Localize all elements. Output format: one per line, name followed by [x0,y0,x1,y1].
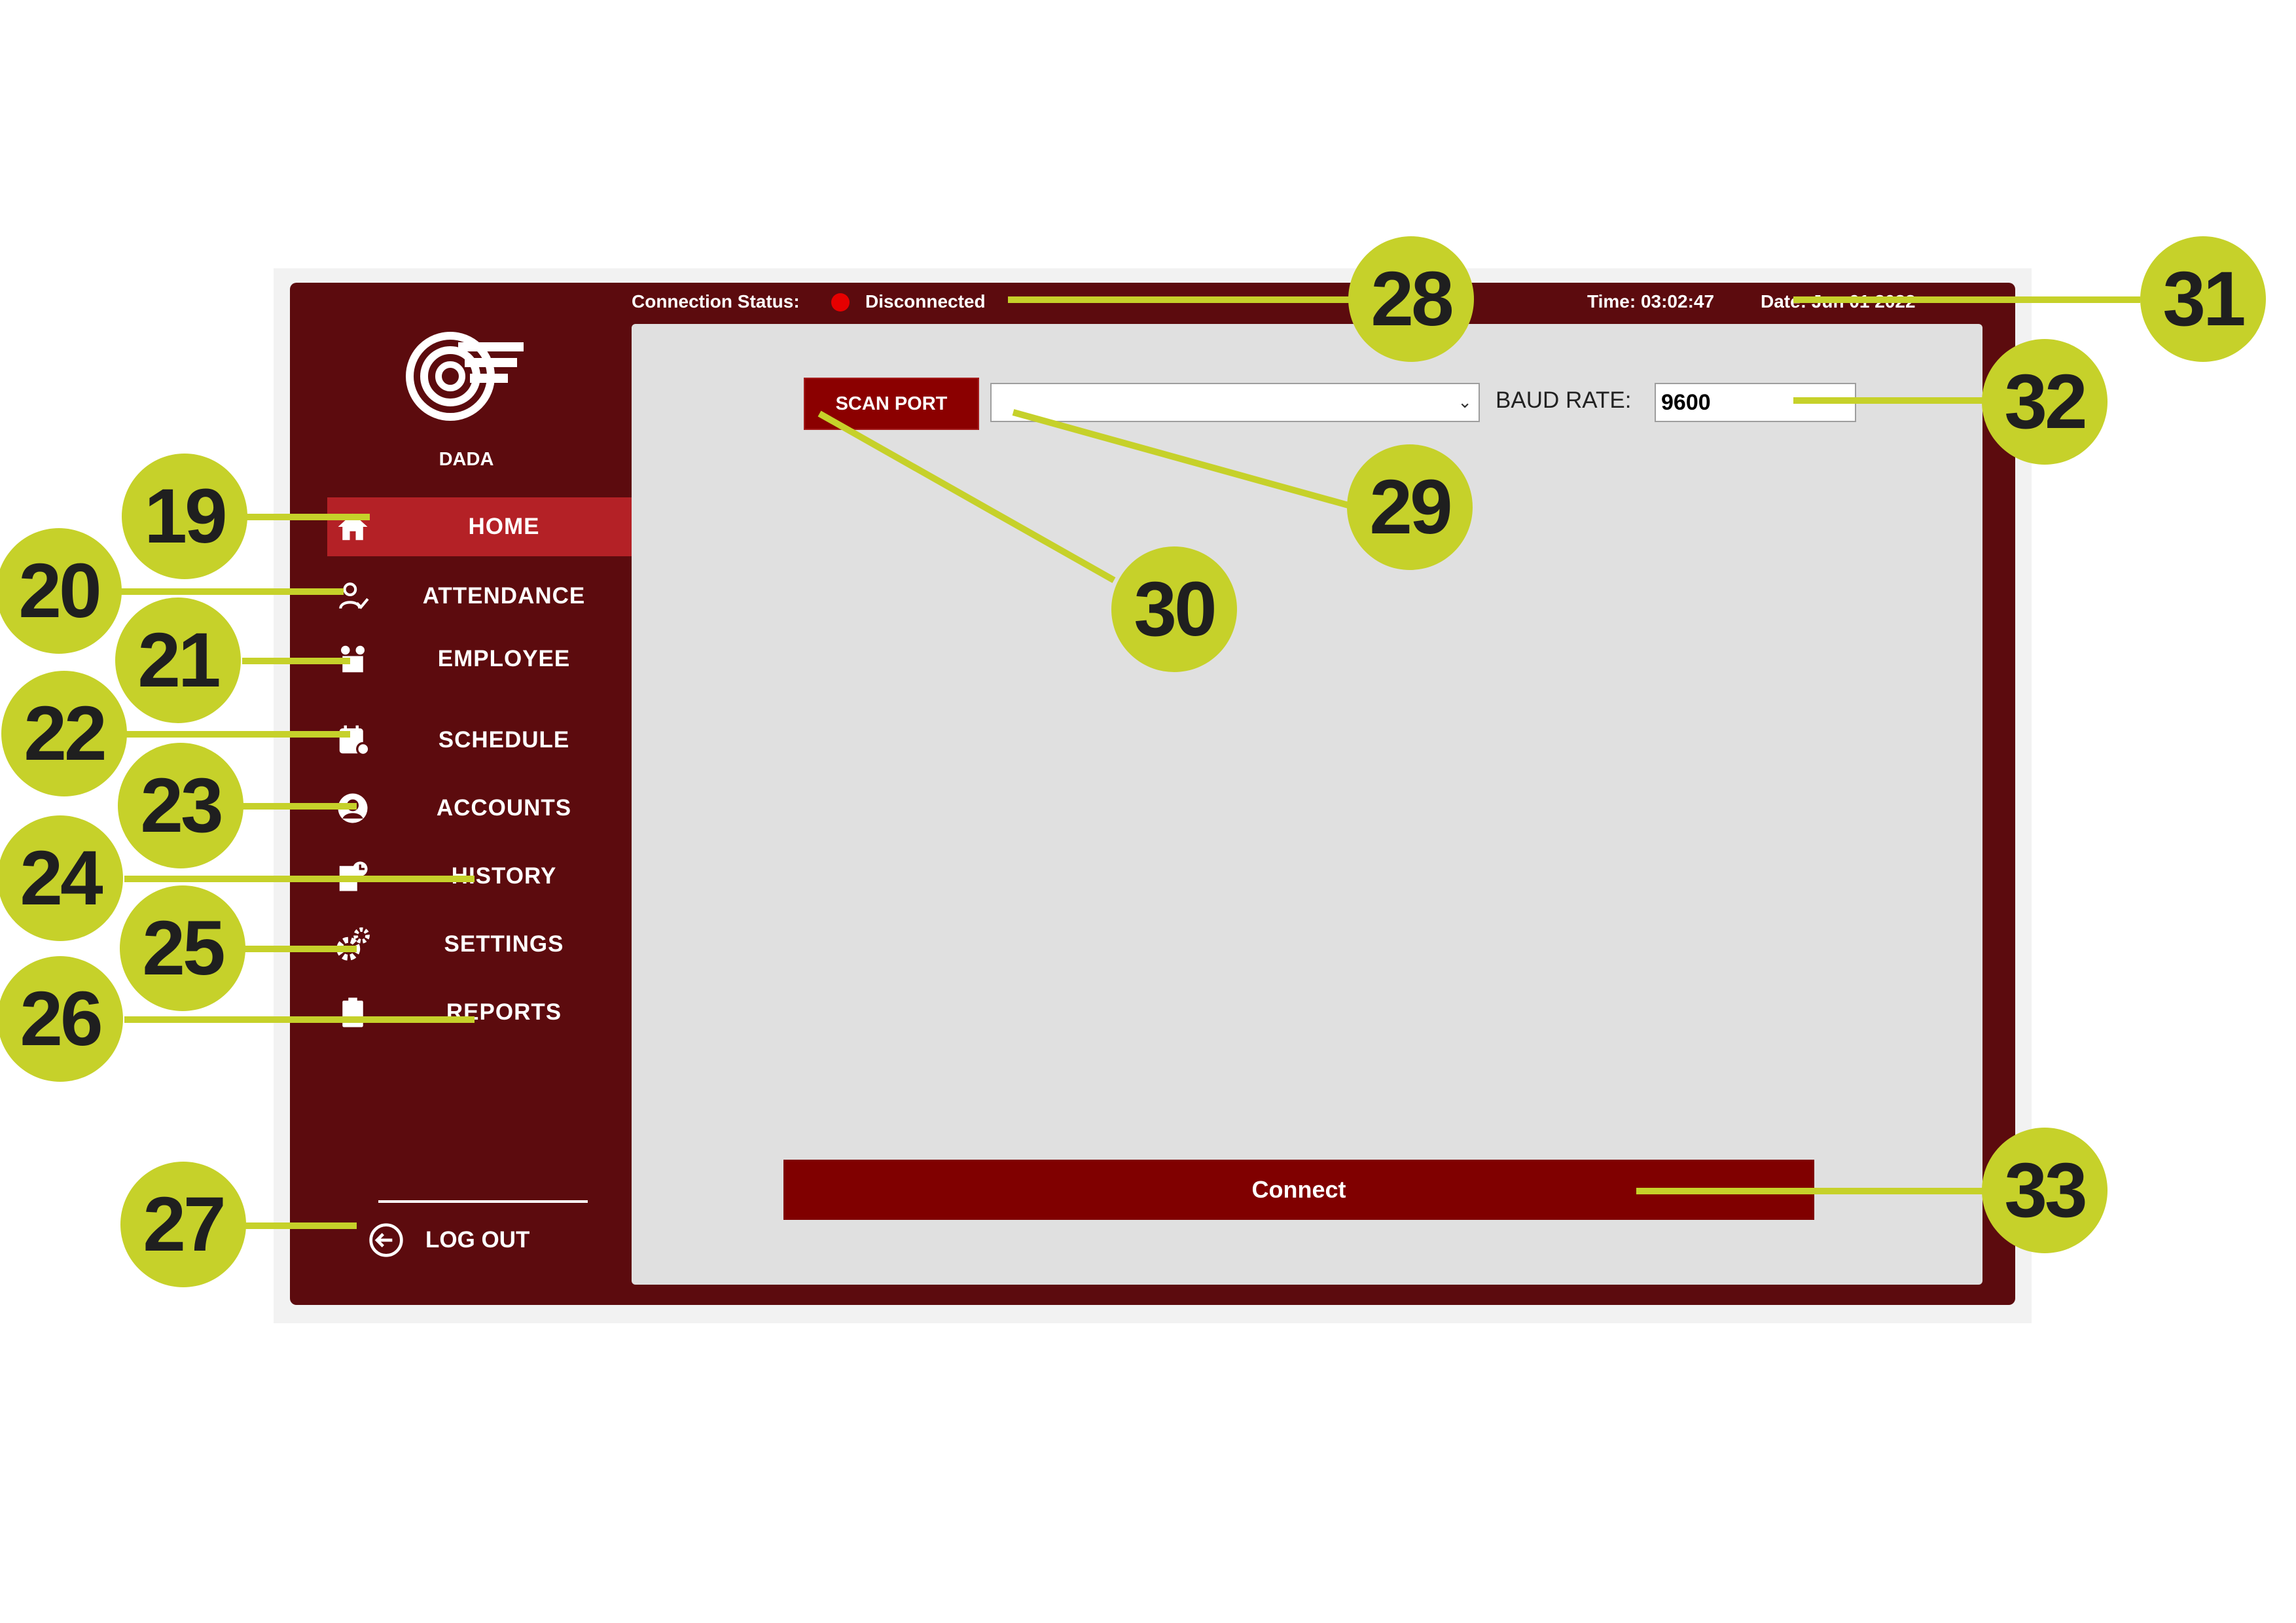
callout-badge: 29 [1347,444,1473,570]
callout-leader [1793,296,2140,303]
sidebar-item-employee[interactable]: EMPLOYEE [327,630,632,688]
sidebar-item-label: HOME [468,514,540,539]
logout-label: LOG OUT [425,1227,530,1253]
callout-badge: 31 [2140,236,2266,362]
callout-badge: 27 [120,1162,246,1287]
callout-leader [242,1222,357,1229]
callout-badge: 26 [0,956,123,1082]
status-indicator-dot [831,293,850,312]
clipboard-icon [334,993,372,1031]
connection-status-value: Disconnected [865,291,986,312]
sidebar-item-label: EMPLOYEE [437,646,571,671]
sidebar-item-label: SCHEDULE [438,727,570,753]
logout-icon [367,1221,406,1260]
logout-divider [378,1200,588,1203]
callout-leader [124,876,475,882]
callout-badge: 32 [1982,339,2108,465]
callout-leader [124,1016,475,1023]
sidebar-item-reports[interactable]: REPORTS [327,983,632,1042]
sidebar-item-label: ATTENDANCE [422,583,586,609]
main-content-panel [632,324,1982,1285]
callout-leader [124,731,350,738]
sidebar-item-settings[interactable]: SETTINGS [327,915,632,974]
callout-badge: 33 [1982,1128,2108,1253]
callout-badge: 23 [118,743,243,868]
time-display: Time: 03:02:47 [1587,291,1715,312]
callout-leader [1636,1188,2003,1194]
callout-badge: 28 [1348,236,1474,362]
brand-name: DADA [439,449,494,470]
company-logo [406,332,524,421]
gear-icon [334,925,372,963]
connection-status-label: Connection Status: [632,291,800,312]
logout-button[interactable]: LOG OUT [367,1217,576,1263]
callout-leader [1008,296,1361,303]
calendar-icon [334,721,372,759]
chevron-down-icon: ⌄ [1458,392,1472,412]
callout-leader [242,946,357,952]
callout-badge: 24 [0,815,123,941]
callout-leader [245,514,370,520]
sidebar-item-label: SETTINGS [444,931,564,957]
sidebar-item-accounts[interactable]: ACCOUNTS [327,779,632,838]
sidebar-item-attendance[interactable]: ATTENDANCE [327,567,632,626]
callout-badge: 21 [115,597,241,723]
callout-badge: 22 [1,671,127,796]
sidebar-item-home[interactable]: HOME [327,497,632,556]
callout-badge: 19 [122,454,247,579]
callout-leader [242,803,357,810]
attendance-icon [334,577,372,615]
callout-badge: 20 [0,528,122,654]
callout-badge: 30 [1111,546,1237,672]
port-select[interactable]: ⌄ [990,383,1480,422]
callout-badge: 25 [120,885,245,1011]
sidebar-item-label: ACCOUNTS [436,795,572,821]
callout-leader [242,658,350,664]
callout-leader [118,588,344,595]
sidebar-item-schedule[interactable]: SCHEDULE [327,711,632,770]
baud-rate-label: BAUD RATE: [1496,387,1632,413]
